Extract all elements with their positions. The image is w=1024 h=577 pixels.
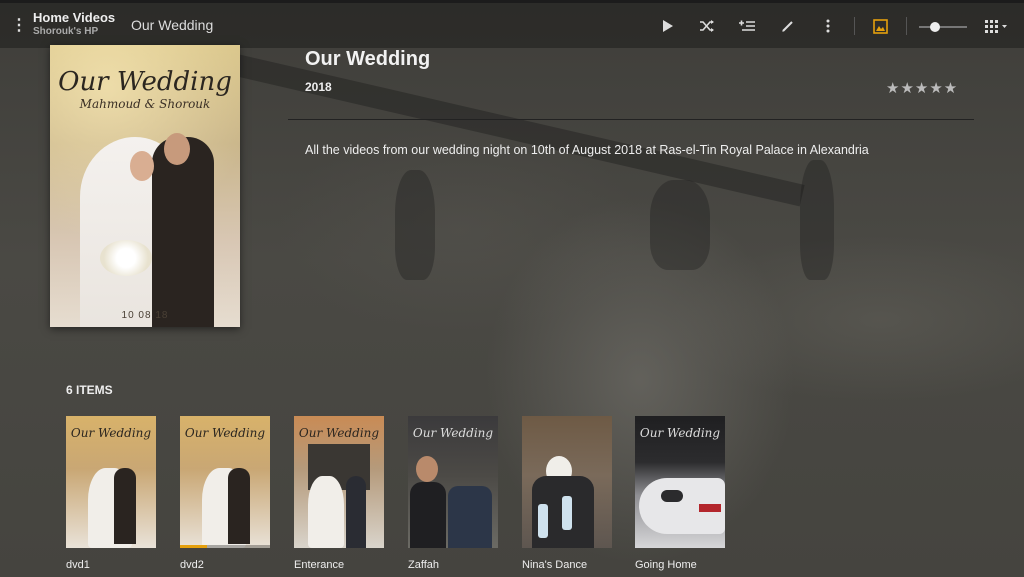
play-icon[interactable] [657, 16, 677, 36]
list-item[interactable]: Our Wedding Going Home [635, 416, 725, 571]
item-label[interactable]: Nina's Dance [522, 559, 587, 571]
list-item[interactable]: Our Wedding dvd2 [180, 416, 270, 571]
shuffle-icon[interactable] [697, 16, 717, 36]
item-label[interactable]: Going Home [635, 559, 697, 571]
divider [288, 119, 974, 120]
progress-fill [180, 545, 207, 548]
list-item[interactable]: Our Wedding Enterance [294, 416, 384, 571]
item-thumbnail[interactable]: Our Wedding [408, 416, 498, 548]
collection-poster[interactable]: Our Wedding Mahmoud & Shorouk 10 08 18 [50, 45, 240, 327]
items-count: 6 ITEMS [66, 383, 113, 397]
progress-bar [180, 545, 270, 548]
list-item[interactable]: Nina's Dance [522, 416, 612, 571]
grid-view-icon[interactable] [982, 16, 1010, 36]
star-rating[interactable]: ★★★★★ [886, 79, 958, 97]
collection-year: 2018 [305, 80, 332, 94]
thumbnail-title: Our Wedding [639, 426, 721, 440]
poster-groom-head [164, 133, 190, 165]
breadcrumb[interactable]: Our Wedding [131, 17, 213, 33]
toolbar-divider [906, 17, 907, 35]
item-thumbnail[interactable] [522, 416, 612, 548]
item-label[interactable]: dvd2 [180, 559, 204, 571]
backdrop-figure [650, 180, 710, 270]
item-label[interactable]: Zaffah [408, 559, 439, 571]
poster-title: Our Wedding [58, 67, 232, 97]
more-icon[interactable] [818, 16, 838, 36]
thumbnail-title: Our Wedding [70, 426, 152, 440]
sidebar-menu-icon[interactable]: ⋮ [11, 17, 27, 35]
item-thumbnail[interactable]: Our Wedding [66, 416, 156, 548]
poster-bouquet [100, 240, 152, 276]
collection-description: All the videos from our wedding night on… [305, 143, 869, 157]
server-name: Shorouk's HP [33, 26, 99, 37]
size-slider-thumb[interactable] [930, 22, 940, 32]
thumbnail-title: Our Wedding [412, 426, 494, 440]
backdrop-figure [395, 170, 435, 280]
item-thumbnail[interactable]: Our Wedding [635, 416, 725, 548]
poster-subtitle: Mahmoud & Shorouk [79, 97, 211, 111]
edit-icon[interactable] [778, 16, 798, 36]
size-slider-track[interactable] [919, 26, 967, 28]
backdrop-figure [800, 160, 834, 280]
poster-date: 10 08 18 [121, 310, 169, 321]
list-item[interactable]: Our Wedding Zaffah [408, 416, 498, 571]
item-thumbnail[interactable]: Our Wedding [294, 416, 384, 548]
poster-bride-face [130, 151, 154, 181]
item-label[interactable]: dvd1 [66, 559, 90, 571]
collection-title: Our Wedding [305, 48, 431, 70]
item-label[interactable]: Enterance [294, 559, 344, 571]
top-toolbar: ⋮ Home Videos Shorouk's HP Our Wedding [0, 0, 1024, 48]
library-header[interactable]: Home Videos Shorouk's HP [33, 10, 115, 38]
item-thumbnail[interactable]: Our Wedding [180, 416, 270, 548]
thumbnail-title: Our Wedding [298, 426, 380, 440]
add-to-queue-icon[interactable] [737, 16, 757, 36]
list-item[interactable]: Our Wedding dvd1 [66, 416, 156, 571]
poster-view-icon[interactable] [870, 16, 890, 36]
poster-groom [152, 137, 214, 327]
toolbar-divider [854, 17, 855, 35]
thumbnail-title: Our Wedding [184, 426, 266, 440]
library-title: Home Videos [33, 10, 116, 25]
